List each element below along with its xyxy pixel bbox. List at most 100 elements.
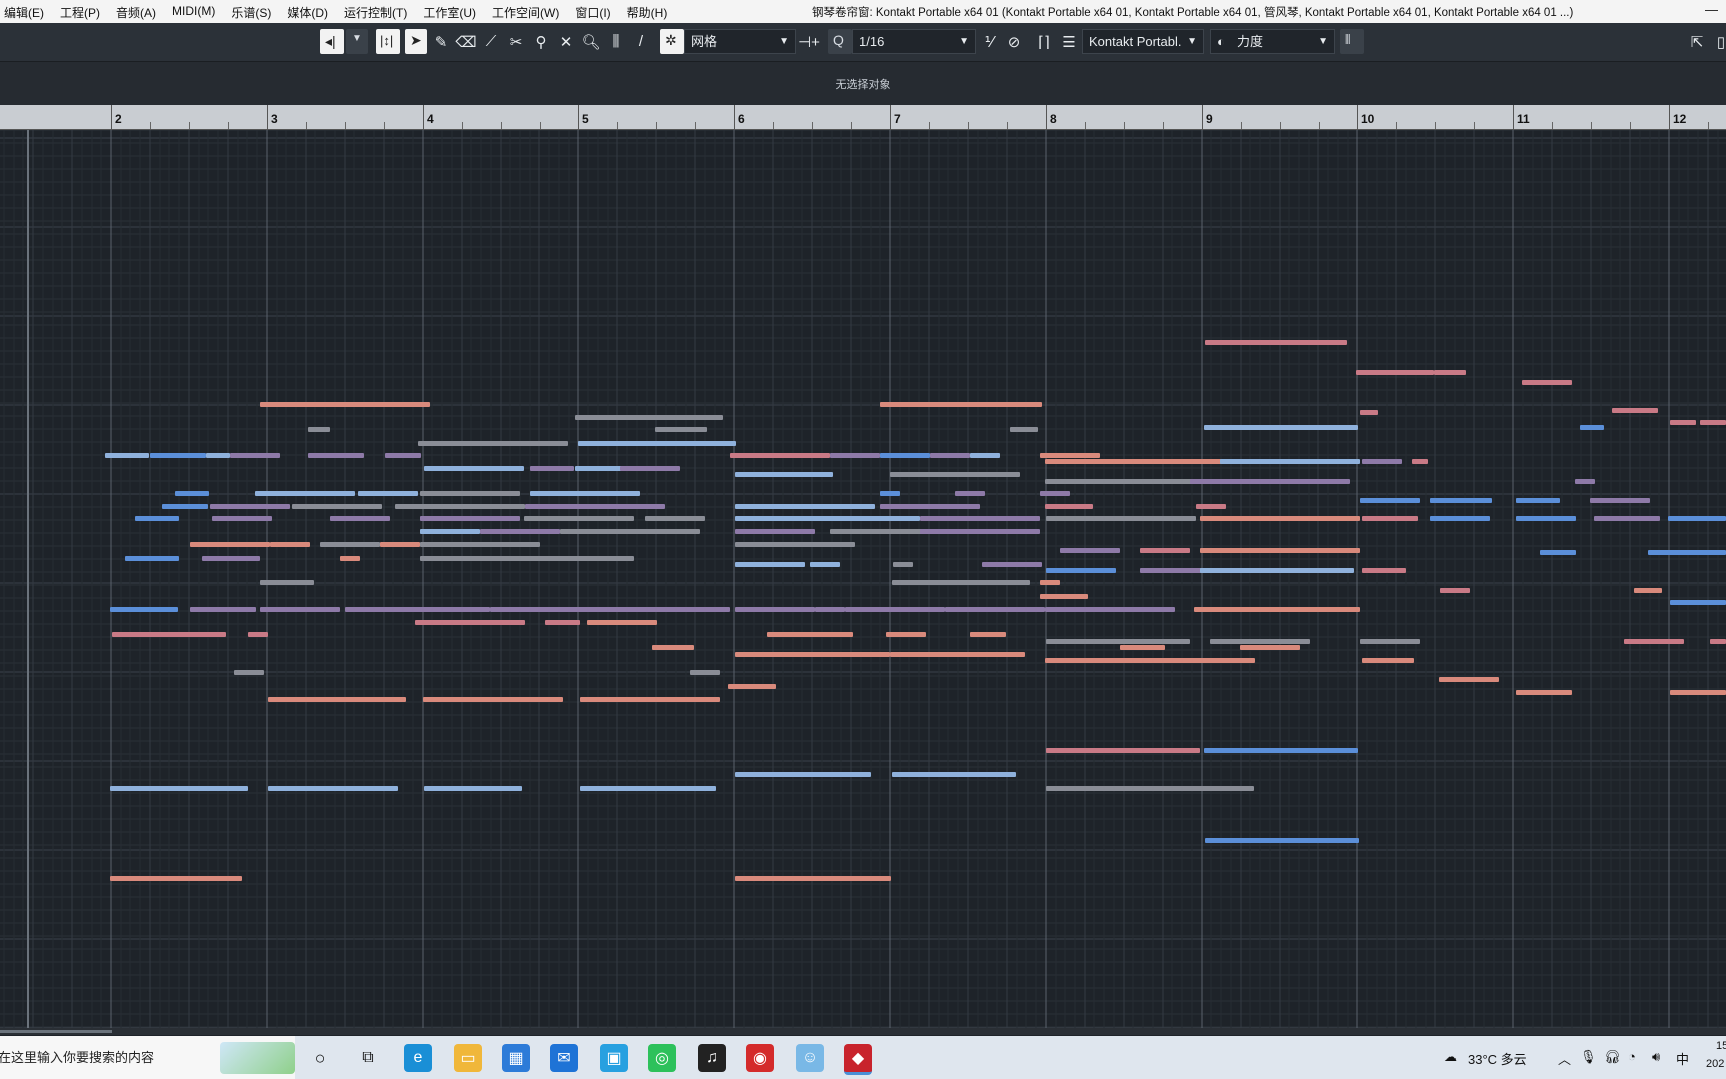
midi-note[interactable] — [415, 620, 525, 625]
midi-note[interactable] — [110, 607, 178, 612]
menu-item[interactable]: 媒体(D) — [279, 4, 336, 21]
midi-note[interactable] — [1362, 516, 1418, 521]
midi-note[interactable] — [830, 529, 930, 534]
piano-roll-grid[interactable] — [0, 130, 1726, 1028]
menu-item[interactable]: 乐谱(S) — [223, 4, 279, 21]
midi-note[interactable] — [730, 453, 830, 458]
line-tool-icon[interactable]: ⫼ — [605, 29, 627, 54]
collapse-icon[interactable]: ⇱ — [1686, 29, 1708, 54]
midi-note[interactable] — [308, 427, 330, 432]
midi-note[interactable] — [1670, 420, 1696, 425]
auto-scroll-icon[interactable]: |↕| — [376, 29, 400, 54]
midi-note[interactable] — [830, 516, 920, 521]
clock-time[interactable]: 15 — [1716, 1040, 1726, 1052]
midi-note[interactable] — [767, 632, 853, 637]
midi-note[interactable] — [424, 466, 524, 471]
midi-note[interactable] — [212, 516, 272, 521]
midi-note[interactable] — [575, 415, 723, 420]
midi-note[interactable] — [652, 645, 694, 650]
midi-note[interactable] — [1205, 838, 1359, 843]
midi-note[interactable] — [1439, 677, 1499, 682]
midi-note[interactable] — [1240, 645, 1300, 650]
midi-note[interactable] — [1700, 420, 1726, 425]
midi-note[interactable] — [340, 556, 360, 561]
note-color-icon[interactable]: ⌈⌉ — [1033, 29, 1055, 54]
midi-note[interactable] — [530, 466, 574, 471]
menu-item[interactable]: 工程(P) — [52, 4, 108, 21]
cortana-icon[interactable]: ○ — [306, 1044, 334, 1072]
timeline-ruler[interactable]: 2 3 4 5 6 7 8 9 10 11 12 — [0, 105, 1726, 130]
midi-note[interactable] — [525, 504, 665, 509]
midi-note[interactable] — [580, 697, 720, 702]
midi-note[interactable] — [587, 620, 657, 625]
midi-note[interactable] — [1040, 453, 1100, 458]
midi-note[interactable] — [162, 504, 208, 509]
midi-note[interactable] — [892, 772, 1016, 777]
midi-note[interactable] — [735, 516, 835, 521]
music-icon[interactable]: ♫ — [698, 1044, 726, 1072]
midi-note[interactable] — [206, 453, 230, 458]
midi-note[interactable] — [1204, 425, 1358, 430]
midi-note[interactable] — [1190, 479, 1350, 484]
midi-note[interactable] — [1516, 690, 1572, 695]
file-explorer-icon[interactable]: ▭ — [454, 1044, 482, 1072]
midi-note[interactable] — [345, 607, 490, 612]
midi-note[interactable] — [735, 607, 815, 612]
task-view-icon[interactable]: ⧉ — [354, 1044, 382, 1072]
midi-note[interactable] — [1670, 690, 1726, 695]
mute-tool-icon[interactable]: ✕ — [555, 29, 577, 54]
midi-note[interactable] — [420, 529, 480, 534]
midi-note[interactable] — [1612, 408, 1658, 413]
iterative-quantize-icon[interactable]: ⊘ — [1003, 29, 1025, 54]
draw-tool-icon[interactable]: ✎ — [430, 29, 452, 54]
midi-note[interactable] — [1624, 639, 1684, 644]
midi-note[interactable] — [125, 556, 179, 561]
midi-note[interactable] — [578, 441, 736, 446]
midi-note[interactable] — [175, 491, 209, 496]
bilibili-icon[interactable]: ▣ — [600, 1044, 628, 1072]
keyboard-icon[interactable]: ⫴ — [1340, 29, 1364, 54]
midi-note[interactable] — [1045, 607, 1175, 612]
ime-indicator[interactable]: 中 — [1676, 1049, 1689, 1068]
midi-note[interactable] — [690, 670, 720, 675]
taskbar-search[interactable]: 在这里输入你要搜索的内容 — [0, 1036, 295, 1079]
midi-note[interactable] — [735, 542, 855, 547]
quantize-select[interactable]: 1/16 ▼ — [852, 29, 976, 54]
midi-note[interactable] — [135, 516, 179, 521]
clock-date[interactable]: 202 — [1706, 1058, 1724, 1070]
midi-note[interactable] — [735, 562, 805, 567]
midi-note[interactable] — [480, 529, 560, 534]
midi-note[interactable] — [886, 632, 926, 637]
menu-item[interactable]: 窗口(I) — [567, 4, 618, 21]
midi-note[interactable] — [735, 876, 891, 881]
snap-mode-select[interactable]: 网格 ▼ — [684, 29, 796, 54]
midi-note[interactable] — [735, 772, 871, 777]
split-tool-icon[interactable]: ✂ — [505, 29, 527, 54]
midi-note[interactable] — [735, 504, 875, 509]
netease-music-icon[interactable]: ◉ — [746, 1044, 774, 1072]
midi-note[interactable] — [1060, 548, 1120, 553]
instrument-select[interactable]: Kontakt Portabl. ▼ — [1082, 29, 1204, 54]
midi-note[interactable] — [982, 562, 1042, 567]
volume-icon[interactable]: 🔊︎ — [1652, 1049, 1660, 1065]
midi-note[interactable] — [1590, 498, 1650, 503]
midi-note[interactable] — [815, 607, 845, 612]
midi-note[interactable] — [735, 529, 815, 534]
midi-note[interactable] — [1045, 504, 1093, 509]
midi-note[interactable] — [1362, 658, 1414, 663]
midi-note[interactable] — [645, 516, 705, 521]
midi-note[interactable] — [1412, 459, 1428, 464]
midi-note[interactable] — [308, 453, 364, 458]
menu-item[interactable]: MIDI(M) — [164, 4, 223, 21]
midi-note[interactable] — [268, 697, 406, 702]
menu-item[interactable]: 编辑(E) — [0, 4, 52, 21]
midi-note[interactable] — [524, 516, 634, 521]
midi-note[interactable] — [1362, 459, 1402, 464]
midi-note[interactable] — [735, 652, 890, 657]
midi-note[interactable] — [255, 491, 355, 496]
microphone-icon[interactable]: 🎙︎ — [1580, 1049, 1597, 1065]
midi-note[interactable] — [1204, 748, 1358, 753]
menu-item[interactable]: 音频(A) — [108, 4, 164, 21]
midi-note[interactable] — [530, 491, 640, 496]
midi-note[interactable] — [560, 620, 580, 625]
